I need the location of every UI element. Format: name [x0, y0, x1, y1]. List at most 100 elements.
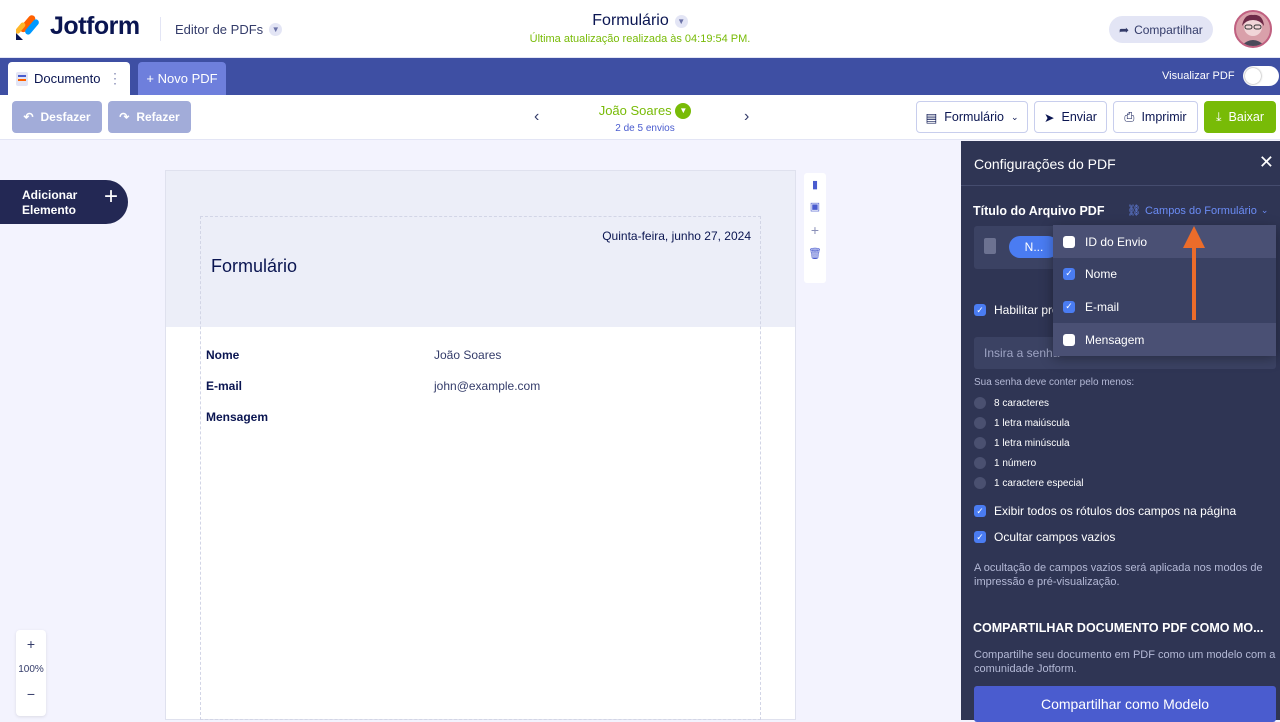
download-label: Baixar [1228, 110, 1264, 124]
enable-protection-label: Habilitar pro [994, 303, 1059, 317]
send-label: Enviar [1061, 110, 1097, 124]
chevron-down-icon: ⌄ [1260, 205, 1269, 215]
checkbox-checked-icon[interactable]: ✓ [1063, 300, 1075, 313]
document-date[interactable]: Quinta-feira, junho 27, 2024 [560, 229, 751, 243]
name-field-pill[interactable]: N... [1009, 236, 1059, 258]
field-value-name[interactable]: João Soares [434, 348, 501, 362]
print-label: Imprimir [1141, 110, 1187, 124]
checkbox-unchecked-icon[interactable] [1063, 235, 1075, 248]
dropdown-item-name[interactable]: ✓ Nome [1053, 257, 1276, 290]
dropdown-item-email[interactable]: ✓ E-mail [1053, 290, 1276, 323]
print-button[interactable]: ⎙ Imprimir [1113, 101, 1198, 133]
field-label-name[interactable]: Nome [206, 348, 239, 362]
undo-icon: ↶ [23, 110, 34, 124]
brand-name: Jotform [50, 12, 140, 40]
zoom-control: + 100% − [16, 630, 46, 716]
jotform-logo[interactable]: Jotform [16, 12, 140, 41]
submission-navigator: ‹ João Soares ▼ 2 de 5 envios › [530, 100, 760, 136]
undo-label: Desfazer [40, 110, 91, 124]
dropdown-item-label: Nome [1085, 266, 1118, 281]
rule-row: 1 letra maiúscula [974, 417, 1070, 429]
file-title-label: Título do Arquivo PDF [973, 204, 1105, 218]
add-page-icon[interactable]: + [811, 222, 819, 238]
enable-protection-row[interactable]: ✓ Habilitar pro [974, 303, 1059, 317]
document-title[interactable]: Formulário [211, 256, 297, 277]
rule-text: 1 número [994, 457, 1037, 469]
pdf-file-icon [984, 238, 996, 254]
more-options-icon[interactable]: ⋮ [108, 70, 122, 87]
form-title[interactable]: Formulário [592, 12, 668, 30]
checkbox-unchecked-icon[interactable] [1063, 333, 1075, 346]
field-label-email[interactable]: E-mail [206, 379, 242, 393]
share-button[interactable]: ➦ Compartilhar [1109, 16, 1213, 43]
annotation-arrow-icon [1183, 226, 1205, 320]
page-break-icon[interactable]: ▣ [810, 200, 820, 213]
hide-empty-row[interactable]: ✓ Ocultar campos vazios [974, 530, 1115, 544]
plus-icon: + [103, 183, 118, 210]
rule-status-icon [974, 397, 986, 409]
document-icon [16, 71, 28, 86]
redo-button[interactable]: ↷ Refazer [108, 101, 191, 133]
form-menu-button[interactable]: ▤ Formulário ⌄ [916, 101, 1028, 133]
trash-icon[interactable]: 🗑 [808, 247, 822, 260]
checkbox-checked-icon[interactable]: ✓ [1063, 267, 1075, 280]
rule-status-icon [974, 477, 986, 489]
zoom-in-button[interactable]: + [16, 636, 46, 658]
share-template-title: COMPARTILHAR DOCUMENTO PDF COMO MO... [973, 621, 1264, 635]
submission-count: 2 de 5 envios [615, 123, 675, 134]
share-as-template-button[interactable]: Compartilhar como Modelo [974, 686, 1276, 722]
toggle-switch[interactable] [1242, 66, 1279, 86]
chevron-down-icon[interactable]: ▼ [674, 14, 688, 28]
send-icon: ➤ [1044, 110, 1055, 125]
form-fields-link[interactable]: ⛓ Campos do Formulário ⌄ [1127, 204, 1269, 218]
editor-switcher[interactable]: Editor de PDFs ▼ [160, 17, 283, 41]
checkbox-checked-icon[interactable]: ✓ [974, 505, 986, 517]
rule-row: 1 caractere especial [974, 477, 1084, 489]
dropdown-item-label: E-mail [1085, 299, 1120, 314]
preview-pdf-label: Visualizar PDF [1162, 70, 1235, 82]
share-arrow-icon: ➦ [1119, 22, 1130, 37]
hide-empty-note: A ocultação de campos vazios será aplica… [974, 562, 1263, 588]
printer-icon: ⎙ [1124, 109, 1135, 124]
checkbox-checked-icon[interactable]: ✓ [974, 531, 986, 543]
page-icon[interactable]: ▮ [812, 178, 818, 191]
tab-document-label: Documento [34, 71, 101, 86]
avatar-portrait-icon [1241, 14, 1265, 46]
rule-text: 8 caracteres [994, 397, 1050, 409]
tab-document[interactable]: Documento ⋮ [8, 62, 130, 95]
preview-pdf-toggle[interactable]: Visualizar PDF [1162, 66, 1279, 86]
undo-button[interactable]: ↶ Desfazer [12, 101, 102, 133]
dropdown-item-message[interactable]: Mensagem [1053, 323, 1276, 356]
form-title-area: Formulário ▼ Última atualização realizada… [440, 12, 840, 45]
chevron-down-icon: ⌄ [1011, 111, 1019, 122]
field-value-email[interactable]: john@example.com [434, 379, 540, 393]
send-button[interactable]: ➤ Enviar [1034, 101, 1107, 133]
avatar[interactable] [1234, 10, 1272, 48]
dropdown-item-submission-id[interactable]: ID do Envio [1053, 225, 1276, 258]
close-icon[interactable]: ✕ [1259, 152, 1274, 173]
jotform-logo-icon [16, 14, 39, 40]
rule-text: 1 letra minúscula [994, 437, 1070, 449]
submitter-name[interactable]: João Soares ▼ [530, 103, 760, 119]
panel-title: Configurações do PDF [974, 156, 1116, 172]
add-element-button[interactable]: Adicionar Elemento + [0, 180, 128, 224]
rule-row: 1 número [974, 457, 1036, 469]
download-button[interactable]: ⤓ Baixar [1204, 101, 1276, 133]
chevron-down-icon[interactable]: ▼ [675, 103, 692, 119]
new-pdf-tab[interactable]: + Novo PDF [138, 62, 226, 95]
panel-divider [961, 185, 1280, 186]
show-labels-row[interactable]: ✓ Exibir todos os rótulos dos campos na … [974, 504, 1236, 518]
rule-status-icon [974, 437, 986, 449]
form-fields-link-label: Campos do Formulário [1144, 204, 1257, 217]
checkbox-checked-icon[interactable]: ✓ [974, 304, 986, 316]
last-update-text: Última atualização realizada às 04:19:54… [529, 33, 751, 45]
redo-label: Refazer [136, 110, 180, 124]
zoom-out-button[interactable]: − [16, 686, 46, 708]
show-labels-label: Exibir todos os rótulos dos campos na pá… [994, 504, 1237, 518]
redo-icon: ↷ [119, 110, 130, 124]
zoom-level: 100% [18, 664, 44, 675]
rule-row: 8 caracteres [974, 397, 1049, 409]
next-submission-icon[interactable]: › [744, 108, 749, 126]
field-label-message[interactable]: Mensagem [206, 410, 268, 424]
dropdown-item-label: ID do Envio [1085, 234, 1148, 249]
